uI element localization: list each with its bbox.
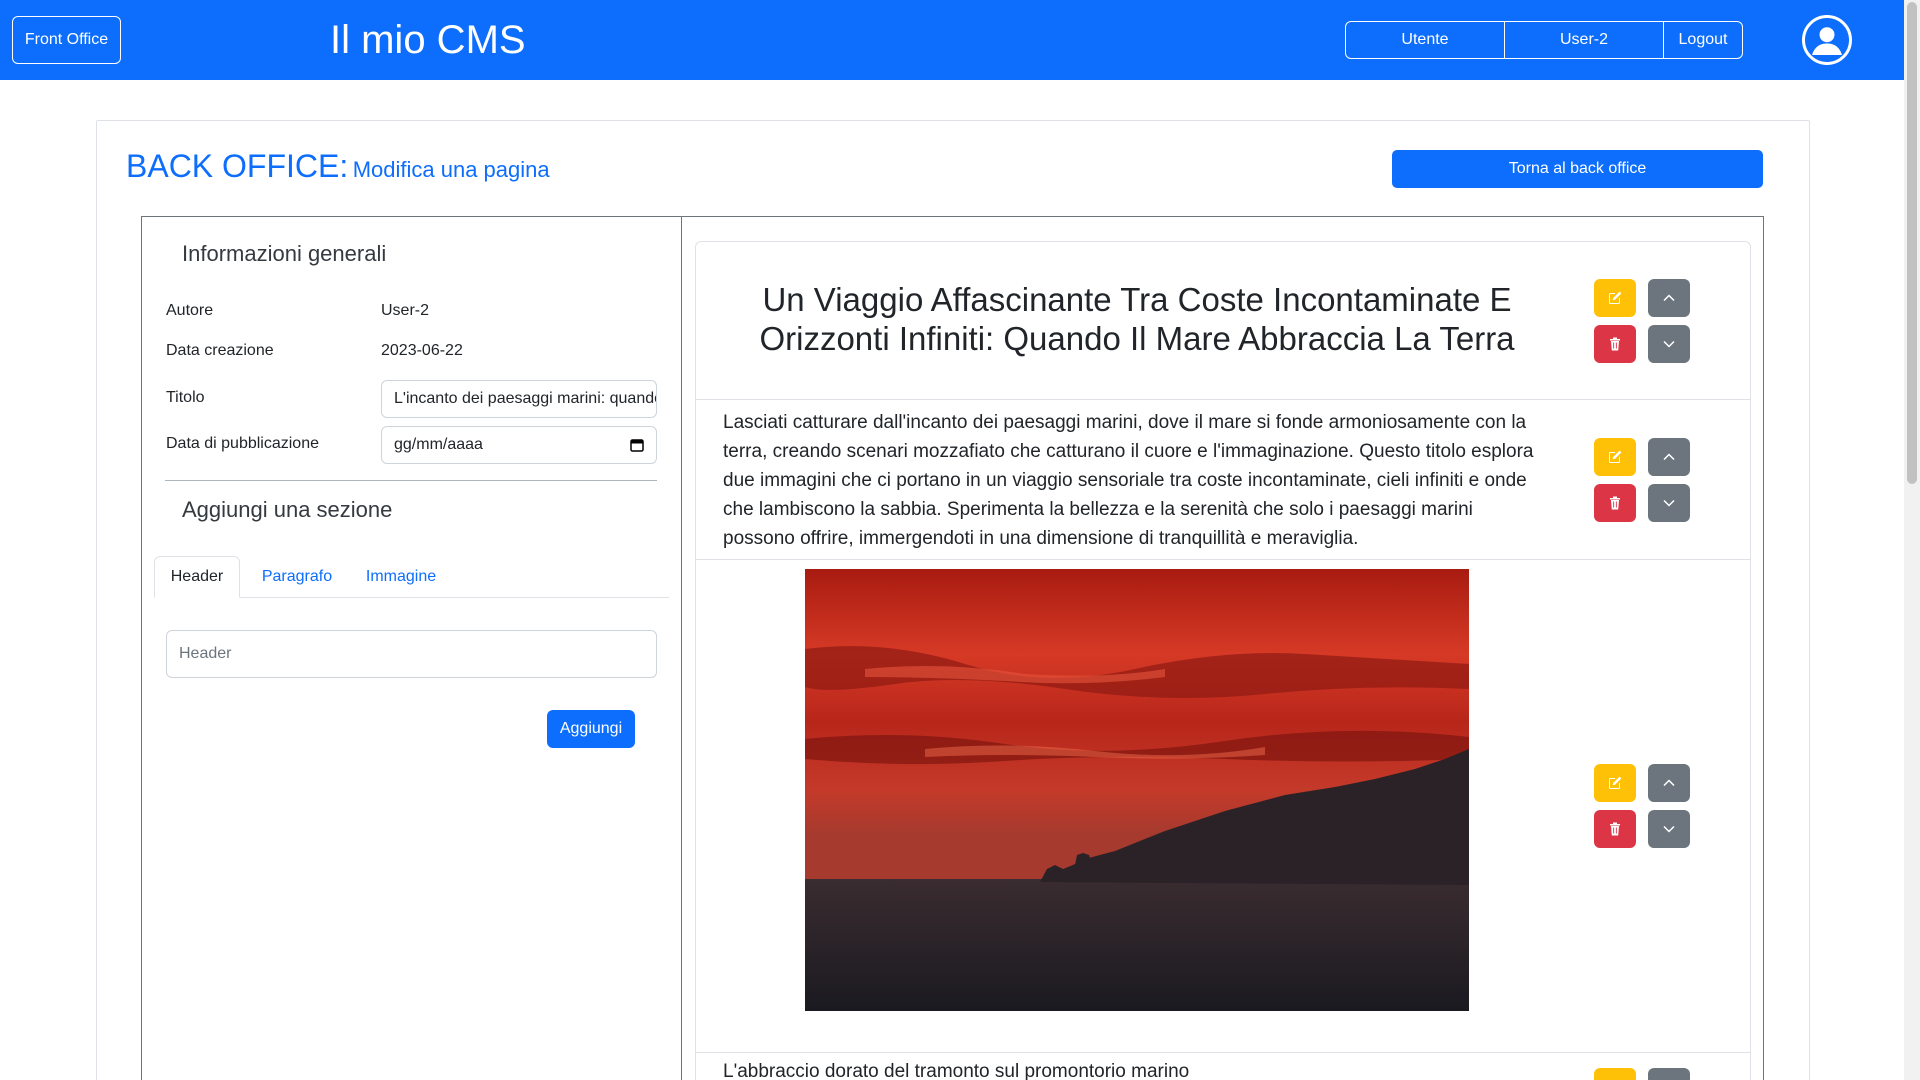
chevron-down-icon [1663, 499, 1675, 507]
tab-immagine[interactable]: Immagine [351, 556, 451, 598]
delete-section-button[interactable] [1594, 325, 1636, 363]
page-scrollbar[interactable] [1904, 0, 1920, 1080]
preview-header-section: Un Viaggio Affascinante Tra Coste Incont… [759, 281, 1515, 357]
created-label: Data creazione [166, 342, 274, 359]
trash-icon [1610, 822, 1620, 836]
form-divider [165, 480, 657, 481]
section-divider [696, 1052, 1750, 1053]
move-down-button[interactable] [1648, 325, 1690, 363]
preview-paragraph-section: Lasciati catturare dall'incanto dei paes… [723, 412, 1534, 549]
username-button[interactable]: User-2 [1505, 22, 1664, 58]
pubdate-input[interactable]: gg/mm/aaaa [381, 426, 657, 464]
edit-section-button[interactable] [1594, 1068, 1636, 1080]
edit-icon [1609, 776, 1622, 789]
edit-section-button[interactable] [1594, 279, 1636, 317]
utente-button[interactable]: Utente [1346, 22, 1505, 58]
tab-paragrafo[interactable]: Paragrafo [246, 556, 348, 598]
header-input[interactable]: Header [166, 630, 657, 678]
trash-icon [1610, 337, 1620, 351]
move-down-button[interactable] [1648, 484, 1690, 522]
logout-button[interactable]: Logout [1664, 22, 1742, 58]
preview-caption-section: L'abbraccio dorato del tramonto sul prom… [723, 1061, 1190, 1080]
top-navbar: Front Office Il mio CMS Utente User-2 Lo… [0, 0, 1904, 80]
section-type-tabs: Header Paragrafo Immagine [154, 556, 669, 598]
author-label: Autore [166, 302, 214, 319]
move-up-button[interactable] [1648, 279, 1690, 317]
move-up-button[interactable] [1648, 438, 1690, 476]
add-section-button[interactable]: Aggiungi [547, 710, 635, 748]
trash-icon [1610, 496, 1620, 510]
edit-section-button[interactable] [1594, 438, 1636, 476]
preview-image-section [805, 569, 1469, 1011]
created-value: 2023-06-22 [381, 342, 463, 359]
delete-section-button[interactable] [1594, 810, 1636, 848]
front-office-button[interactable]: Front Office [12, 16, 121, 64]
pubdate-placeholder: gg/mm/aaaa [394, 436, 483, 453]
title-input[interactable]: L'incanto dei paesaggi marini: quando il… [381, 380, 657, 418]
section-divider [696, 399, 1750, 400]
user-button-group: Utente User-2 Logout [1345, 21, 1743, 59]
title-label: Titolo [166, 389, 205, 406]
edit-icon [1609, 291, 1622, 304]
chevron-up-icon [1663, 779, 1675, 787]
brand-title: Il mio CMS [330, 18, 526, 62]
move-up-button[interactable] [1648, 1068, 1690, 1080]
heading-sub: Modifica una pagina [352, 157, 550, 182]
add-section-title: Aggiungi una sezione [182, 497, 393, 522]
calendar-icon[interactable] [630, 438, 644, 452]
chevron-down-icon [1663, 825, 1675, 833]
delete-section-button[interactable] [1594, 484, 1636, 522]
page-heading: BACK OFFICE: Modifica una pagina [126, 148, 550, 185]
move-up-button[interactable] [1648, 764, 1690, 802]
tab-header[interactable]: Header [154, 556, 240, 598]
pubdate-label: Data di pubblicazione [166, 435, 319, 452]
edit-icon [1609, 450, 1622, 463]
sunset-sea-image [805, 569, 1469, 1011]
scrollbar-thumb[interactable] [1907, 2, 1917, 484]
general-info-title: Informazioni generali [182, 241, 387, 266]
chevron-up-icon [1663, 453, 1675, 461]
heading-main: BACK OFFICE: [126, 148, 349, 184]
back-to-office-button[interactable]: Torna al back office [1392, 150, 1763, 188]
user-circle-icon[interactable] [1802, 15, 1852, 65]
author-value: User-2 [381, 302, 430, 319]
chevron-down-icon [1663, 340, 1675, 348]
chevron-up-icon [1663, 294, 1675, 302]
move-down-button[interactable] [1648, 810, 1690, 848]
section-divider [696, 559, 1750, 560]
edit-section-button[interactable] [1594, 764, 1636, 802]
